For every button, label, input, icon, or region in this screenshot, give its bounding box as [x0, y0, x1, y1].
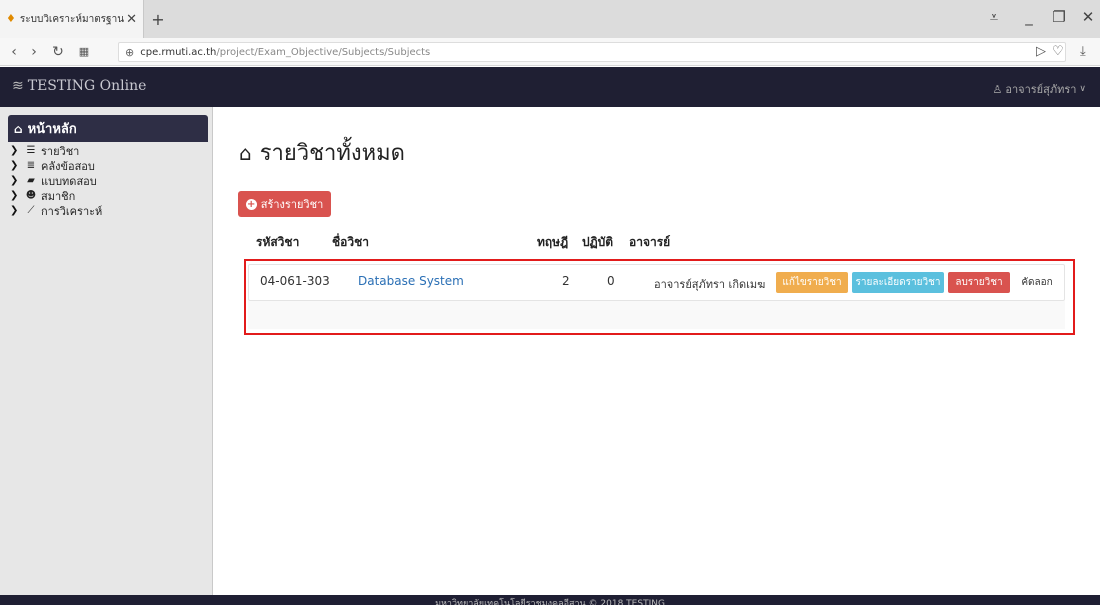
home-icon: ⌂	[14, 121, 23, 136]
new-tab-button[interactable]: +	[150, 10, 166, 29]
create-subject-label: สร้างรายวิชา	[260, 198, 324, 211]
database-icon: ≣	[26, 160, 36, 171]
tab-list-icon[interactable]: ⩡	[984, 8, 1004, 26]
layers-icon: ≋	[12, 78, 24, 94]
tab-title: ระบบวิเคราะห์มาตรฐานข้อสอบ	[19, 13, 125, 25]
chevron-right-icon: ❯	[10, 145, 19, 156]
sidebar-home-label: หน้าหลัก	[27, 122, 77, 137]
chevron-down-icon: ∨	[1079, 84, 1086, 94]
users-icon: ☻	[25, 190, 37, 201]
page-title: ⌂ รายวิชาทั้งหมด	[239, 135, 405, 170]
column-header-name: ชื่อวิชา	[332, 235, 369, 249]
url-domain: cpe.rmuti.ac.th	[140, 46, 217, 58]
app-navbar: ≋ TESTING Online ♙ อาจารย์สุภัทรา ∨	[0, 67, 1100, 107]
send-icon[interactable]: ▷	[1036, 44, 1046, 59]
sidebar-item-tests[interactable]: ❯ ▰ แบบทดสอบ	[10, 173, 208, 188]
create-subject-button[interactable]: + สร้างรายวิชา	[238, 191, 331, 217]
reload-icon[interactable]: ↻	[50, 43, 66, 61]
brand-link[interactable]: ≋ TESTING Online	[12, 78, 146, 94]
brand-title: TESTING Online	[27, 78, 147, 94]
sidebar-menu: ❯ ☰ รายวิชา ❯ ≣ คลังข้อสอบ ❯ ▰ แบบทดสอบ …	[10, 143, 208, 218]
sidebar-item-analysis[interactable]: ❯ ⟋ การวิเคราะห์	[10, 203, 208, 218]
download-icon[interactable]: ⤓	[1080, 44, 1086, 59]
list-icon: ☰	[26, 145, 36, 156]
address-bar-row: ‹ › ↻ ▦ ⊕ cpe.rmuti.ac.th /project/Exam_…	[0, 38, 1100, 66]
highlight-annotation-box	[244, 259, 1075, 335]
column-header-theory: ทฤษฎี	[537, 235, 569, 249]
tab-close-icon[interactable]: ✕	[126, 12, 137, 27]
plus-circle-icon: +	[245, 198, 257, 210]
globe-icon: ⊕	[125, 45, 135, 59]
sidebar: ⌂ หน้าหลัก ❯ ☰ รายวิชา ❯ ≣ คลังข้อสอบ ❯ …	[0, 107, 213, 595]
column-header-practice: ปฏิบัติ	[582, 235, 614, 249]
column-header-code: รหัสวิชา	[256, 235, 300, 249]
url-path: /project/Exam_Objective/Subjects/Subject…	[216, 46, 431, 58]
apps-grid-icon[interactable]: ▦	[76, 43, 92, 61]
browser-tab-bar: ♦ ระบบวิเคราะห์มาตรฐานข้อสอบ ✕ + ⩡ _ ❐ ✕	[0, 0, 1100, 38]
favorite-heart-icon[interactable]: ♡	[1052, 44, 1064, 59]
back-icon[interactable]: ‹	[6, 43, 22, 61]
home-icon: ⌂	[239, 140, 252, 165]
sidebar-item-label: การวิเคราะห์	[41, 204, 103, 218]
minimize-icon[interactable]: _	[1019, 8, 1039, 26]
sidebar-item-members[interactable]: ❯ ☻ สมาชิก	[10, 188, 208, 203]
user-icon: ♙	[992, 82, 1003, 96]
column-header-teacher: อาจารย์	[629, 235, 671, 249]
sidebar-item-exam-bank[interactable]: ❯ ≣ คลังข้อสอบ	[10, 158, 208, 173]
chevron-right-icon: ❯	[10, 190, 19, 201]
user-name: อาจารย์สุภัทรา	[1005, 83, 1077, 96]
chart-icon: ⟋	[27, 205, 35, 216]
sidebar-item-subjects[interactable]: ❯ ☰ รายวิชา	[10, 143, 208, 158]
url-input[interactable]: ⊕ cpe.rmuti.ac.th /project/Exam_Objectiv…	[118, 42, 1066, 62]
page-title-text: รายวิชาทั้งหมด	[259, 141, 405, 166]
chevron-right-icon: ❯	[10, 205, 19, 216]
book-icon: ▰	[27, 175, 35, 186]
close-window-icon[interactable]: ✕	[1078, 8, 1098, 26]
footer: มหาวิทยาลัยเทคโนโลยีราชมงคลอีสาน © 2018 …	[0, 595, 1100, 605]
sidebar-item-home[interactable]: ⌂ หน้าหลัก	[8, 115, 208, 142]
user-menu[interactable]: ♙ อาจารย์สุภัทรา ∨	[992, 80, 1086, 98]
forward-icon[interactable]: ›	[26, 43, 42, 61]
restore-icon[interactable]: ❐	[1049, 8, 1069, 26]
site-favicon-icon: ♦	[6, 12, 16, 25]
browser-tab[interactable]: ♦ ระบบวิเคราะห์มาตรฐานข้อสอบ ✕	[0, 0, 144, 38]
chevron-right-icon: ❯	[10, 175, 19, 186]
chevron-right-icon: ❯	[10, 160, 19, 171]
